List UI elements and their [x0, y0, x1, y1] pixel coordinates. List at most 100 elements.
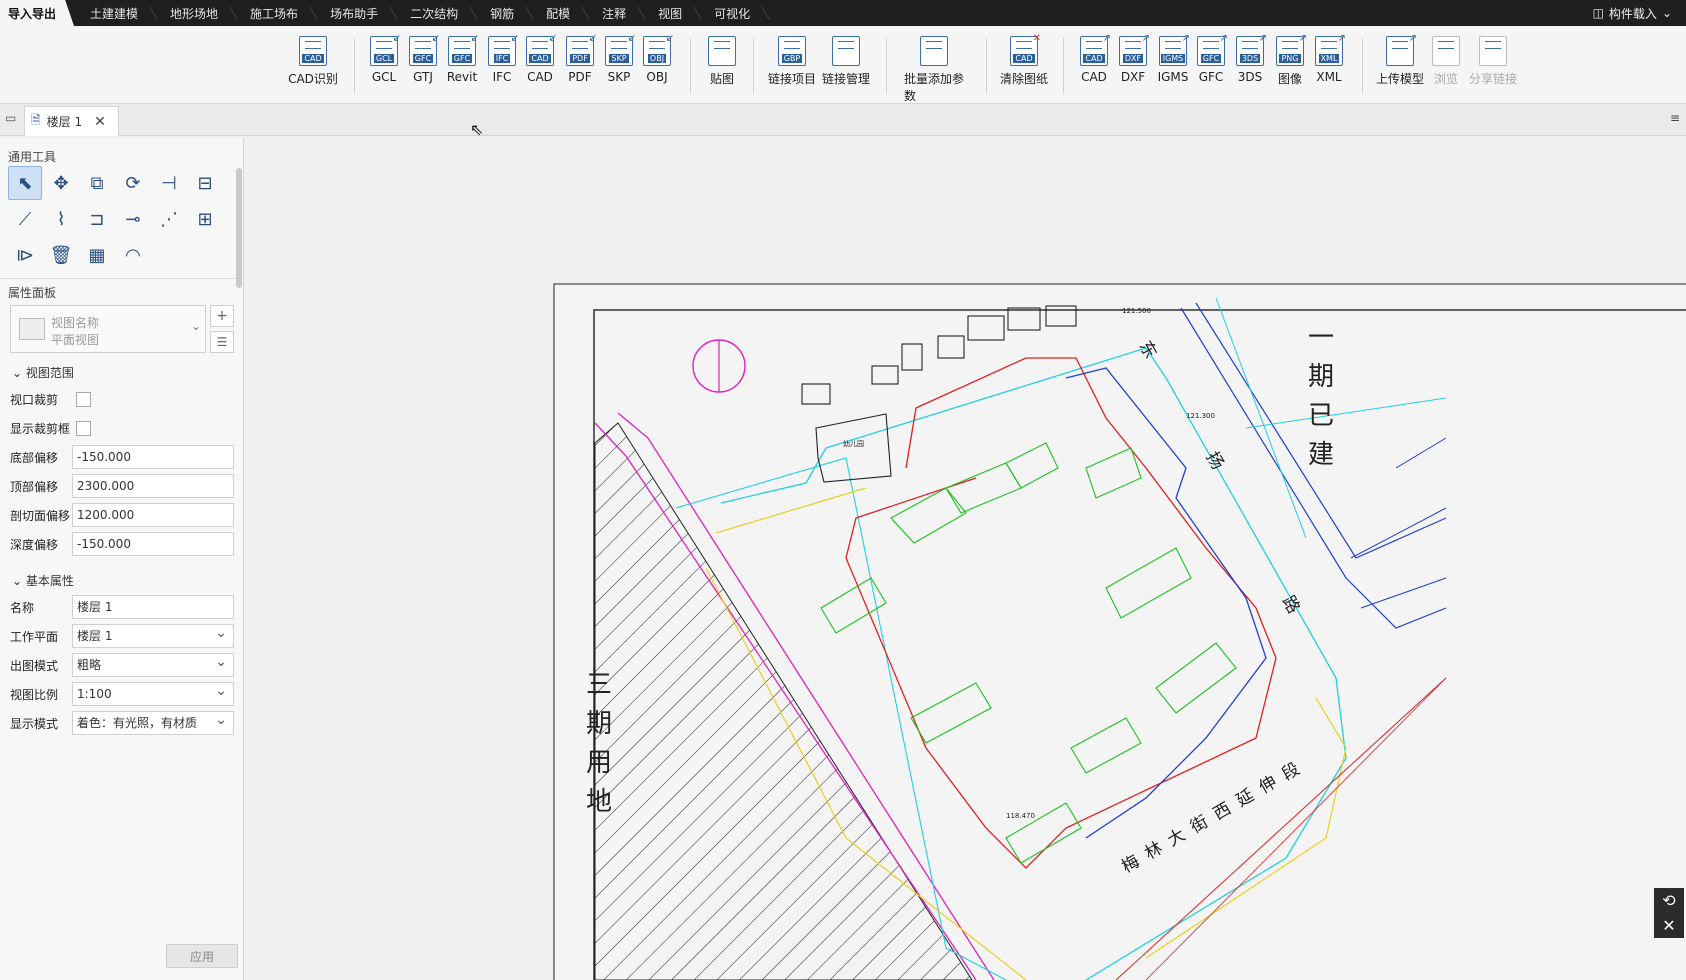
menu-tab-6[interactable]: 钢筋 — [474, 0, 530, 26]
prop-input[interactable]: 楼层 1 — [72, 595, 234, 619]
close-icon[interactable]: ✕ — [94, 114, 106, 130]
ribbon-button-23[interactable]: 分享链接 — [1463, 36, 1523, 87]
prop-label: 视口裁剪 — [10, 392, 59, 407]
array-icon[interactable]: ⊞ — [188, 202, 222, 236]
break-icon[interactable]: ⊸ — [116, 202, 150, 236]
file-format-icon — [832, 36, 860, 66]
ribbon-button-0[interactable]: CAD CAD识别 — [283, 36, 343, 87]
prop-label: 剖切面偏移 — [10, 508, 71, 523]
basic-props-group-label: 基本属性 — [25, 574, 74, 588]
ribbon-button-12[interactable]: 批量添加参数 — [904, 36, 964, 104]
component-load-menu[interactable]: ◫ 构件载入 ⌄ — [1593, 0, 1672, 26]
view-name-label: 视图名称 — [51, 316, 100, 330]
file-format-icon — [1432, 36, 1460, 66]
tab-floor-1[interactable]: 🗎 楼层 1 ✕ — [24, 106, 119, 136]
view-name-value: 平面视图 — [51, 333, 100, 347]
menu-tab-5[interactable]: 二次结构 — [394, 0, 474, 26]
menu-tab-2[interactable]: 地形场地 — [154, 0, 234, 26]
prop-input[interactable]: 1200.000 — [72, 503, 234, 527]
prop-select[interactable]: 着色：有光照，有材质 — [72, 709, 234, 735]
tools-scrollbar[interactable] — [236, 168, 242, 288]
ribbon-button-9[interactable]: 贴图 — [692, 36, 752, 87]
ribbon-button-10[interactable]: GBP 链接项目 — [762, 36, 822, 87]
prop-label: 工作平面 — [10, 629, 59, 644]
prop-label: 显示模式 — [10, 716, 59, 731]
mouse-cursor-icon: ⇖ — [470, 120, 484, 139]
split-icon[interactable]: ⊟ — [188, 166, 222, 200]
prop-checkbox[interactable] — [76, 391, 91, 407]
menu-tab-7[interactable]: 配模 — [530, 0, 586, 26]
file-format-icon: GBP — [778, 36, 806, 66]
rotate-icon[interactable]: ⟳ — [116, 166, 150, 200]
view-doc-icon: 🗎 — [31, 113, 41, 127]
prop-row: 剖切面偏移 1200.000 — [0, 502, 244, 528]
label-char: 期 — [586, 709, 612, 739]
ribbon-button-label: 清除图纸 — [999, 72, 1048, 86]
ribbon-button-label: IFC — [492, 70, 512, 84]
ribbon-button-11[interactable]: 链接管理 — [816, 36, 876, 87]
ribbon-separator — [986, 38, 987, 94]
move-icon[interactable]: ✥ — [44, 166, 78, 200]
add-view-button[interactable]: + — [210, 305, 234, 327]
prop-input[interactable]: 2300.000 — [72, 474, 234, 498]
menu-tab-8[interactable]: 注释 — [586, 0, 642, 26]
ribbon-separator — [1362, 38, 1363, 94]
select-icon[interactable]: ⬉ — [8, 166, 42, 200]
menu-tab-4[interactable]: 场布助手 — [314, 0, 394, 26]
menu-tab-0[interactable]: 导入导出 — [0, 0, 75, 26]
prop-row: 名称 楼层 1 — [0, 594, 244, 620]
angle-icon[interactable]: ◠ — [116, 238, 150, 272]
view-name-selector[interactable]: 视图名称 平面视图 ⌄ — [10, 305, 206, 353]
align-icon[interactable]: ⊣ — [152, 166, 186, 200]
label-char: 建 — [1308, 440, 1334, 470]
prop-select[interactable]: 粗略 — [72, 651, 234, 677]
file-format-icon — [708, 36, 736, 66]
view-range-group[interactable]: ⌄ 视图范围 — [12, 364, 74, 381]
ribbon-separator — [753, 38, 754, 94]
menu-icon[interactable]: ≡ — [1670, 111, 1680, 125]
prop-select[interactable]: 1:100 — [72, 680, 234, 706]
delete-icon[interactable]: 🗑 — [44, 238, 78, 272]
prop-label: 名称 — [10, 600, 35, 615]
file-format-icon — [1479, 36, 1507, 66]
view-list-button[interactable]: ☰ — [210, 331, 234, 353]
prop-select[interactable]: 楼层 1 — [72, 622, 234, 648]
ribbon-button-label: 分享链接 — [1468, 72, 1517, 86]
ribbon-button-13[interactable]: ✕ CAD 清除图纸 — [994, 34, 1054, 87]
ribbon-button-label: GTJ — [413, 70, 433, 84]
prop-row: 顶部偏移 2300.000 — [0, 473, 244, 499]
prop-row: 视口裁剪 — [0, 386, 244, 412]
rotate-icon[interactable]: ⟲ — [1662, 891, 1675, 910]
copy-icon[interactable]: ⧉ — [80, 166, 114, 200]
prop-row: 显示裁剪框 — [0, 415, 244, 441]
label-char: 用 — [586, 748, 612, 778]
apply-button[interactable]: 应用 — [166, 944, 238, 968]
mirror-icon[interactable]: ⧐ — [8, 238, 42, 272]
extend-icon[interactable]: ⊐ — [80, 202, 114, 236]
ribbon-separator — [690, 38, 691, 94]
file-format-icon — [920, 36, 948, 66]
prop-input[interactable]: -150.000 — [72, 445, 234, 469]
measure-icon[interactable]: ▦ — [80, 238, 114, 272]
menu-tab-3[interactable]: 施工场布 — [234, 0, 314, 26]
basic-props-group[interactable]: ⌄ 基本属性 — [12, 572, 74, 589]
menu-tab-9[interactable]: 视图 — [642, 0, 698, 26]
panel-toggle-icon[interactable]: ▭ — [5, 111, 16, 125]
file-format-icon: CAD — [299, 36, 327, 66]
offset-icon[interactable]: ⟋ — [8, 202, 42, 236]
label-char: 已 — [1308, 401, 1334, 431]
cad-drawing: 幼儿园 121.500 121.300 118.470 一期已建 三期用地 东扬… — [553, 283, 1686, 980]
close-icon[interactable]: ✕ — [1662, 916, 1675, 935]
ribbon-button-20[interactable]: ↗ XML XML — [1299, 34, 1359, 84]
left-panel: 通用工具 ⬉ ✥ ⧉ ⟳ ⊣ ⊟ ⟋ ⌇ ⊐ ⊸ ⋰ ⊞ ⧐ 🗑 ▦ ◠ 属性面板 视图名称 平面视图 ⌄ +… — [0, 138, 244, 980]
prop-row: 视图比例 1:100 — [0, 680, 244, 707]
menu-tab-1[interactable]: 土建建模 — [74, 0, 154, 26]
prop-input[interactable]: -150.000 — [72, 532, 234, 556]
file-format-icon: ↗ — [1386, 34, 1417, 66]
join-icon[interactable]: ⋰ — [152, 202, 186, 236]
menu-tab-10[interactable]: 可视化 — [698, 0, 766, 26]
drawing-canvas[interactable]: 幼儿园 121.500 121.300 118.470 一期已建 三期用地 东扬… — [246, 138, 1686, 980]
prop-checkbox[interactable] — [76, 420, 91, 436]
trim-icon[interactable]: ⌇ — [44, 202, 78, 236]
ribbon-button-8[interactable]: ↙ OBJ OBJ — [627, 34, 687, 84]
